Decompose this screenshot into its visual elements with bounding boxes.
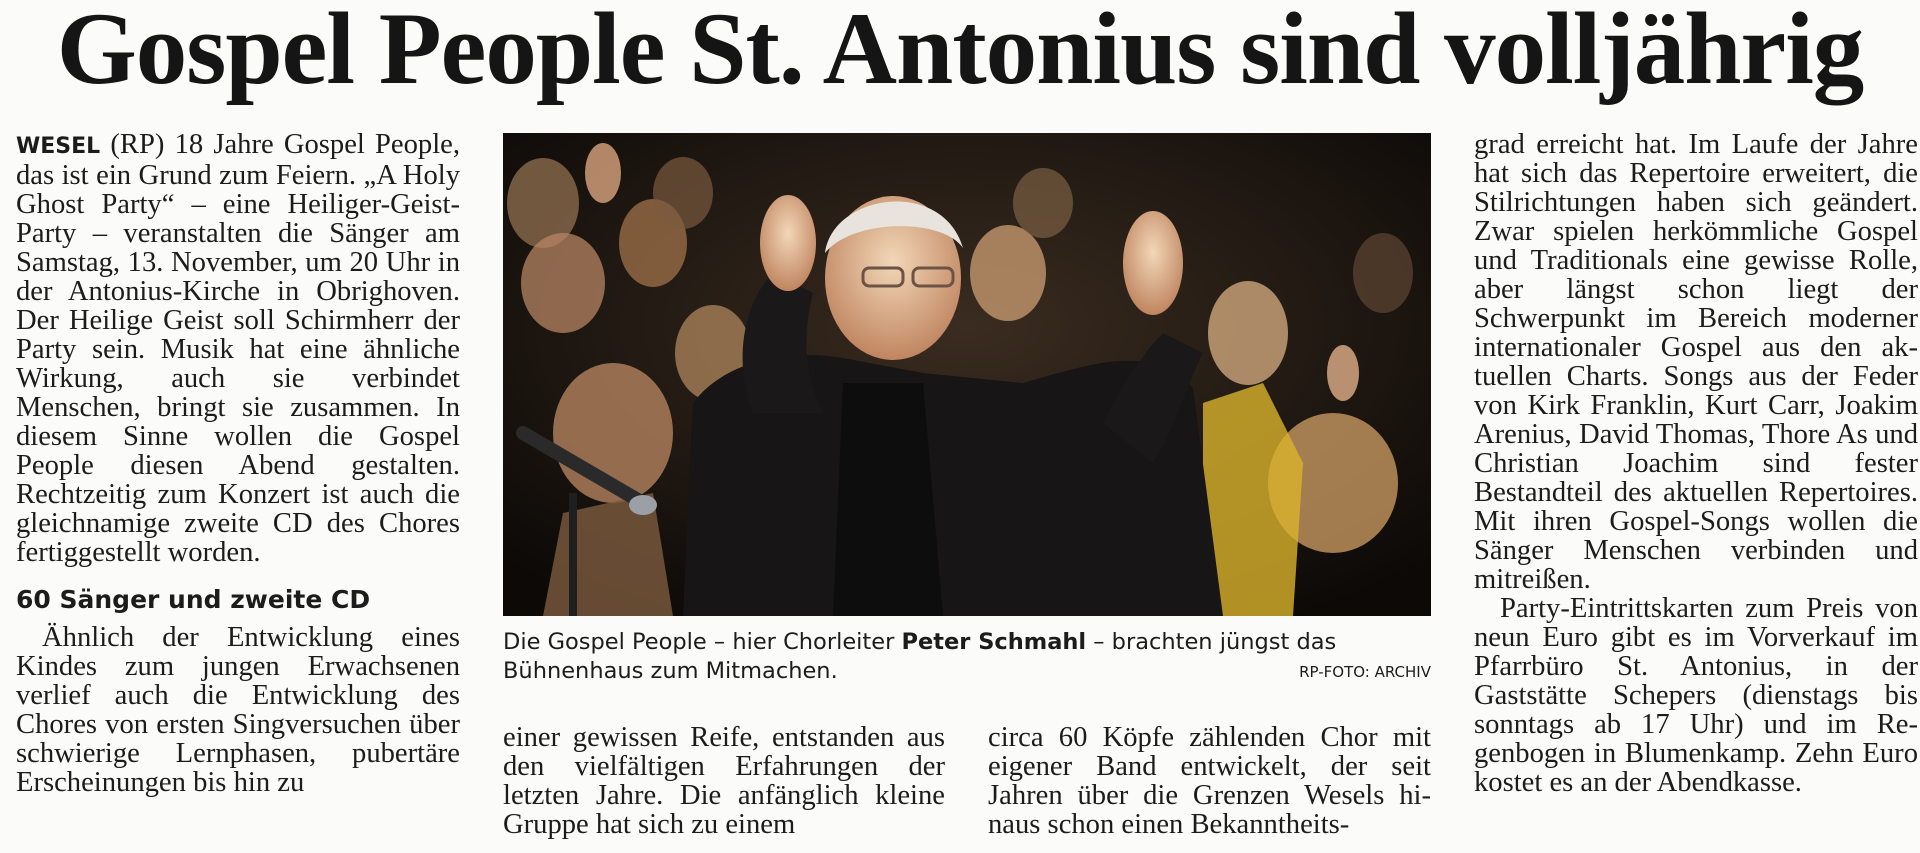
body-paragraph: einer gewissen Reife, entstanden aus den… (503, 722, 945, 840)
caption-text-start: Die Gospel People – hier Chorleiter (503, 629, 902, 655)
lead-text: (RP) 18 Jahre Gospel People, das ist ein… (16, 129, 460, 568)
ticket-paragraph: Party-Eintrittskarten zum Preis von neun… (1474, 593, 1918, 798)
body-paragraph: Ähnlich der Entwicklung eines Kindes zum… (16, 622, 460, 798)
photo-credit: RP-FOTO: ARCHIV (1299, 663, 1431, 681)
body-paragraph: grad erreicht hat. Im Laufe der Jah­re h… (1474, 129, 1918, 595)
body-paragraph: circa 60 Köpfe zählenden Chor mit eigene… (988, 722, 1431, 840)
choir-photo-illustration (503, 133, 1431, 616)
article-column-1: WESEL (RP) 18 Jahre Gospel People, das i… (16, 130, 460, 797)
headline: Gospel People St. Antonius sind volljähr… (56, 0, 1865, 106)
dateline: WESEL (16, 134, 101, 159)
article-column-3: circa 60 Köpfe zählenden Chor mit eigene… (988, 723, 1431, 839)
article-column-2: einer gewissen Reife, entstanden aus den… (503, 723, 945, 839)
subheading: 60 Sänger und zweite CD (16, 585, 371, 614)
choir-photo (503, 133, 1431, 616)
lead-paragraph: WESEL (RP) 18 Jahre Gospel People, das i… (16, 130, 460, 567)
caption-person-name: Peter Schmahl (901, 629, 1087, 655)
article-column-4: grad erreicht hat. Im Laufe der Jah­re h… (1474, 130, 1918, 797)
